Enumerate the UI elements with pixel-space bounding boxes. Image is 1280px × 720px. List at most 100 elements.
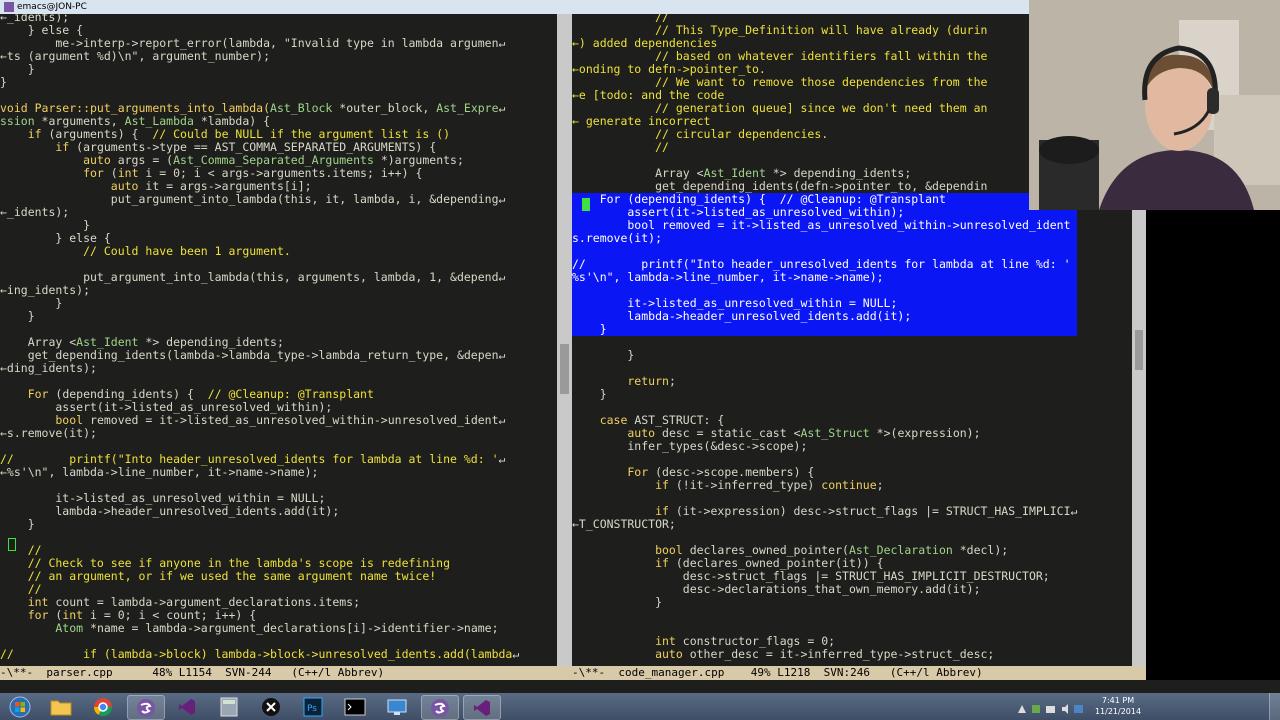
clock-date: 11/21/2014 — [1094, 707, 1142, 716]
remote-button[interactable] — [379, 695, 415, 718]
terminal-button[interactable] — [337, 695, 373, 718]
code-token: ←ts (argument %d)\n", argument_number); — [0, 49, 271, 63]
code-token: } — [0, 75, 7, 89]
code-line[interactable]: } — [0, 310, 519, 323]
code-token: ↵ — [498, 270, 506, 284]
code-token: desc->struct_flags |= STRUCT_HAS_IMPLICI… — [572, 569, 1050, 583]
pane-divider-scrollbar[interactable] — [557, 14, 572, 666]
code-token: assert(it->listed_as_unresolved_within); — [572, 205, 905, 219]
code-token: bool — [572, 543, 683, 557]
code-token: // an argument, or if we used the same a… — [0, 569, 437, 583]
code-token: // printf("Into header_unresolved_idents… — [0, 452, 499, 466]
start-button[interactable] — [2, 695, 38, 718]
code-token: // — [0, 582, 42, 596]
code-line[interactable]: // if (lambda->block) lambda->block->unr… — [0, 648, 519, 661]
desktop-background — [1146, 210, 1280, 666]
code-line[interactable]: } — [572, 349, 1077, 362]
emacs-button-1[interactable] — [127, 695, 165, 720]
code-token: Array < — [0, 335, 77, 349]
code-line[interactable]: } — [572, 323, 1078, 336]
code-token: ↵ — [512, 647, 520, 661]
code-line[interactable]: ←%s'\n", lambda->line_number, it->name->… — [0, 466, 519, 479]
code-token: // Could have been 1 argument. — [83, 244, 291, 258]
code-line[interactable]: // Could have been 1 argument. — [0, 245, 519, 258]
code-token: ←T_CONSTRUCTOR; — [572, 517, 676, 531]
visual-studio-button-1[interactable] — [169, 695, 205, 718]
code-line[interactable]: } — [0, 63, 519, 76]
code-token: case — [572, 413, 628, 427]
code-token: if — [572, 504, 669, 518]
clock[interactable]: 7:41 PM 11/21/2014 — [1094, 695, 1142, 717]
code-token: desc->declarations_that_own_memory.add(i… — [572, 582, 981, 596]
code-line[interactable]: } — [0, 76, 519, 89]
code-line[interactable]: } — [0, 518, 519, 531]
code-token: get_depending_idents(defn->pointer_to, &… — [572, 179, 988, 193]
code-token: int — [572, 634, 676, 648]
explorer-button[interactable] — [43, 695, 79, 718]
code-line[interactable]: ←ts (argument %d)\n", argument_number); — [0, 50, 519, 63]
code-line[interactable] — [572, 609, 1077, 622]
code-line[interactable]: infer_types(&desc->scope); — [572, 440, 1077, 453]
scrollbar-thumb[interactable] — [560, 344, 569, 394]
right-code-text[interactable]: // // This Type_Definition will have alr… — [572, 14, 1078, 661]
left-code-text[interactable]: ←_idents); } else { me->interp->report_e… — [0, 14, 519, 661]
code-token: infer_types(&desc->scope); — [572, 439, 808, 453]
emacs-button-2[interactable] — [421, 695, 459, 720]
code-token: declares_owned_pointer( — [682, 543, 849, 557]
calculator-button[interactable] — [211, 695, 247, 718]
code-line[interactable]: } — [0, 297, 519, 310]
calculator-icon — [220, 697, 238, 716]
code-line[interactable]: // — [572, 141, 1077, 154]
code-line[interactable] — [0, 531, 519, 544]
code-line[interactable]: ←s.remove(it); — [0, 427, 519, 440]
photoshop-button[interactable]: Ps — [295, 695, 331, 718]
code-token: Atom — [0, 621, 84, 635]
code-line[interactable]: ←ing_idents); — [0, 284, 519, 297]
code-token: auto — [572, 647, 683, 661]
code-line[interactable]: } — [572, 388, 1077, 401]
code-token: ←%s'\n", lambda->line_number, it->name->… — [0, 465, 319, 479]
code-token: (arguments) { — [41, 127, 153, 141]
left-editor-pane[interactable]: ←_idents); } else { me->interp->report_e… — [0, 14, 557, 666]
right-scrollbar-thumb[interactable] — [1135, 330, 1143, 370]
code-token: return — [572, 374, 669, 388]
code-token: count = lambda->argument_declarations.it… — [48, 595, 361, 609]
code-line[interactable]: // an argument, or if we used the same a… — [0, 570, 519, 583]
code-token: For — [572, 465, 649, 479]
code-token: // if (lambda->block) lambda->block->unr… — [0, 647, 513, 661]
window-title: emacs@JON-PC — [17, 2, 87, 12]
code-line[interactable]: ←ding_idents); — [0, 362, 519, 375]
right-scrollbar[interactable] — [1132, 210, 1146, 666]
code-token: *>(expression); — [869, 426, 981, 440]
code-line[interactable]: Atom *name = lambda->argument_declaratio… — [0, 622, 519, 635]
code-token: *arguments, — [34, 114, 125, 128]
code-line[interactable]: %s'\n", lambda->line_number, it->name->n… — [572, 271, 1078, 284]
code-line[interactable]: lambda->header_unresolved_idents.add(it)… — [0, 505, 519, 518]
visual-studio-icon — [179, 698, 195, 715]
code-line[interactable]: return; — [572, 375, 1077, 388]
minibuffer[interactable] — [0, 680, 1280, 693]
code-line[interactable]: s.remove(it); — [572, 232, 1078, 245]
code-line[interactable]: lambda->header_unresolved_idents.add(it)… — [572, 310, 1078, 323]
code-line[interactable]: } — [572, 596, 1077, 609]
clock-time: 7:41 PM — [1101, 696, 1135, 705]
code-token: desc = static_cast < — [655, 426, 801, 440]
app-button[interactable] — [253, 695, 289, 718]
visual-studio-button-2[interactable] — [463, 695, 501, 720]
code-line[interactable]: if (!it->inferred_type) continue; — [572, 479, 1077, 492]
code-line[interactable]: ←T_CONSTRUCTOR; — [572, 518, 1077, 531]
code-token: *)arguments; — [373, 153, 464, 167]
code-token: Ast_Struct — [800, 426, 870, 440]
code-line[interactable]: auto other_desc = it->inferred_type->str… — [572, 648, 1077, 661]
show-desktop-button[interactable] — [1269, 693, 1280, 720]
left-mode-line: -\**- parser.cpp 48% L1154 SVN-244 (C++/… — [0, 666, 572, 680]
code-token: Ast_Comma_Separated_Arguments — [173, 153, 374, 167]
chrome-button[interactable] — [85, 695, 121, 718]
code-line[interactable]: put_argument_into_lambda(this, it, lambd… — [0, 193, 519, 206]
code-line[interactable] — [572, 336, 1077, 349]
code-token: *lambda) { — [193, 114, 271, 128]
code-token: ( — [48, 608, 63, 622]
code-token: assert(it->listed_as_unresolved_within); — [0, 400, 333, 414]
system-tray-icons[interactable] — [1016, 700, 1086, 714]
